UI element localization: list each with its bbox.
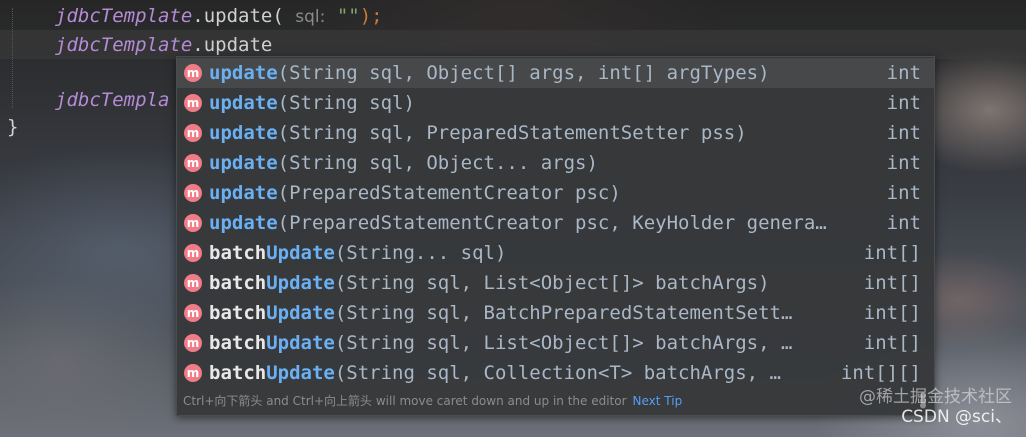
code-token-object: jdbcTempla bbox=[55, 89, 170, 111]
code-token-string: "" bbox=[336, 5, 360, 27]
return-type: int[] bbox=[863, 242, 921, 264]
completion-item[interactable]: m batchUpdate(String... sql) int[] bbox=[177, 238, 934, 268]
method-signature: update(String sql, Object... args) bbox=[209, 148, 598, 178]
return-type: int bbox=[886, 212, 921, 234]
code-line-3[interactable]: jdbcTempla bbox=[55, 86, 169, 114]
method-params: (String sql, List<Object[]> batchArgs) bbox=[334, 272, 770, 294]
method-name-match: Update bbox=[266, 272, 335, 294]
return-type: int[] bbox=[863, 302, 921, 324]
return-type: int[] bbox=[863, 272, 921, 294]
method-signature: batchUpdate(String sql, List<Object[]> b… bbox=[209, 268, 770, 298]
parameter-hint: sql: bbox=[295, 7, 326, 27]
return-type: int bbox=[886, 92, 921, 114]
method-signature: batchUpdate(String... sql) bbox=[209, 238, 506, 268]
method-name-prefix: batch bbox=[209, 272, 267, 294]
completion-item[interactable]: m batchUpdate(String sql, List<Object[]> … bbox=[177, 328, 934, 358]
code-line-1[interactable]: jdbcTemplate.update( sql: ""); bbox=[55, 2, 383, 30]
return-type: int[][] bbox=[840, 362, 921, 384]
code-token-method: .update( bbox=[192, 5, 284, 27]
method-name-match: update bbox=[209, 122, 278, 144]
method-params: (String sql, Collection<T> batchArgs, … bbox=[334, 362, 781, 384]
method-signature: batchUpdate(String sql, List<Object[]> b… bbox=[209, 328, 792, 358]
return-type: int bbox=[886, 122, 921, 144]
method-icon: m bbox=[184, 304, 202, 322]
method-params: (PreparedStatementCreator psc, KeyHolder… bbox=[277, 212, 827, 234]
method-params: (String sql, List<Object[]> batchArgs, … bbox=[334, 332, 793, 354]
method-params: (PreparedStatementCreator psc) bbox=[277, 182, 621, 204]
method-name-match: Update bbox=[266, 242, 335, 264]
completion-item[interactable]: m update(String sql, Object[] args, int[]… bbox=[177, 58, 934, 88]
method-name-match: Update bbox=[266, 302, 335, 324]
completion-item[interactable]: m update(String sql, Object... args) int bbox=[177, 148, 934, 178]
footer-tip-text: Ctrl+向下箭头 and Ctrl+向上箭头 will move caret … bbox=[183, 394, 627, 408]
method-name-prefix: batch bbox=[209, 332, 267, 354]
method-icon: m bbox=[184, 124, 202, 142]
method-params: (String sql, Object... args) bbox=[277, 152, 598, 174]
method-signature: batchUpdate(String sql, BatchPreparedSta… bbox=[209, 298, 792, 328]
method-name-match: update bbox=[209, 212, 278, 234]
watermark-juejin: @稀土掘金技术社区 bbox=[859, 387, 1012, 407]
completion-item[interactable]: m batchUpdate(String sql, List<Object[]> … bbox=[177, 268, 934, 298]
watermark-csdn: CSDN @sci、 bbox=[901, 407, 1012, 427]
method-name-match: update bbox=[209, 152, 278, 174]
method-icon: m bbox=[184, 94, 202, 112]
watermark: @稀土掘金技术社区 CSDN @sci、 bbox=[859, 387, 1012, 427]
return-type: int bbox=[886, 182, 921, 204]
completion-item[interactable]: m batchUpdate(String sql, Collection<T> b… bbox=[177, 358, 934, 388]
method-signature: update(String sql, Object[] args, int[] … bbox=[209, 58, 770, 88]
method-name-prefix: batch bbox=[209, 242, 267, 264]
method-signature: batchUpdate(String sql, Collection<T> ba… bbox=[209, 358, 781, 388]
next-tip-link[interactable]: Next Tip bbox=[633, 394, 683, 408]
code-token-close: ); bbox=[359, 5, 383, 27]
completion-item[interactable]: m update(String sql) int bbox=[177, 88, 934, 118]
code-line-2[interactable]: jdbcTemplate.update bbox=[55, 31, 272, 59]
method-signature: update(PreparedStatementCreator psc) bbox=[209, 178, 621, 208]
code-token-method: .update bbox=[192, 34, 273, 56]
indent-guide bbox=[12, 8, 14, 108]
completion-footer: Ctrl+向下箭头 and Ctrl+向上箭头 will move caret … bbox=[183, 391, 682, 411]
method-params: (String sql, BatchPreparedStatementSett… bbox=[334, 302, 793, 324]
method-icon: m bbox=[184, 184, 202, 202]
method-params: (String sql, PreparedStatementSetter pss… bbox=[277, 122, 747, 144]
return-type: int bbox=[886, 62, 921, 84]
method-signature: update(PreparedStatementCreator psc, Key… bbox=[209, 208, 827, 238]
method-icon: m bbox=[184, 274, 202, 292]
method-icon: m bbox=[184, 214, 202, 232]
method-icon: m bbox=[184, 154, 202, 172]
method-name-match: update bbox=[209, 182, 278, 204]
completion-item[interactable]: m update(PreparedStatementCreator psc, Ke… bbox=[177, 208, 934, 238]
method-name-match: update bbox=[209, 62, 278, 84]
method-signature: update(String sql) bbox=[209, 88, 415, 118]
method-params: (String sql, Object[] args, int[] argTyp… bbox=[277, 62, 770, 84]
method-icon: m bbox=[184, 364, 202, 382]
code-token-object: jdbcTemplate bbox=[55, 34, 193, 56]
method-params: (String... sql) bbox=[334, 242, 507, 264]
completion-item[interactable]: m batchUpdate(String sql, BatchPreparedSt… bbox=[177, 298, 934, 328]
method-icon: m bbox=[184, 334, 202, 352]
method-name-match: Update bbox=[266, 362, 335, 384]
completion-item[interactable]: m update(String sql, PreparedStatementSet… bbox=[177, 118, 934, 148]
closing-brace: } bbox=[7, 116, 19, 138]
return-type: int bbox=[886, 152, 921, 174]
completion-item[interactable]: m update(PreparedStatementCreator psc) int bbox=[177, 178, 934, 208]
return-type: int[] bbox=[863, 332, 921, 354]
method-name-match: Update bbox=[266, 332, 335, 354]
method-params: (String sql) bbox=[277, 92, 415, 114]
code-token-object: jdbcTemplate bbox=[55, 5, 193, 27]
completion-popup[interactable]: m update(String sql, Object[] args, int[]… bbox=[176, 56, 935, 416]
method-icon: m bbox=[184, 244, 202, 262]
method-name-prefix: batch bbox=[209, 362, 267, 384]
method-signature: update(String sql, PreparedStatementSett… bbox=[209, 118, 747, 148]
method-name-prefix: batch bbox=[209, 302, 267, 324]
method-icon: m bbox=[184, 64, 202, 82]
method-name-match: update bbox=[209, 92, 278, 114]
code-line-4[interactable]: } bbox=[7, 113, 18, 141]
